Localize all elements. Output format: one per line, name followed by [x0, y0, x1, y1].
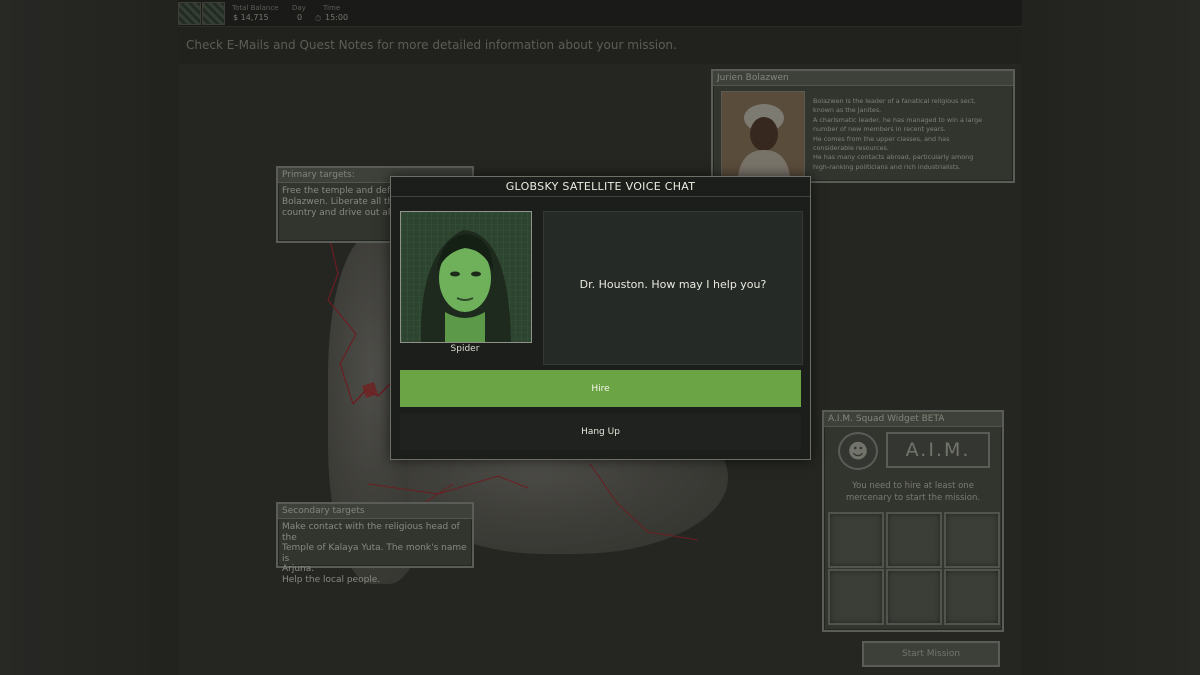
time-label: Time: [323, 4, 341, 12]
dialog-title: GLOBSKY SATELLITE VOICE CHAT: [505, 180, 696, 193]
left-margin: [0, 0, 178, 675]
top-status-bar: Total Balance $ 14,715 Day 0 Time ⏱ 15:0…: [178, 0, 1022, 27]
secondary-targets-title: Secondary targets: [278, 504, 472, 519]
gear-menu-icon[interactable]: [178, 2, 201, 25]
target-line: Arjuna.: [282, 564, 315, 574]
squad-slot[interactable]: [886, 512, 942, 568]
aim-message-line: mercenary to start the mission.: [845, 493, 981, 503]
bio-line: He has many contacts abroad, particularl…: [813, 153, 974, 162]
hang-up-button[interactable]: Hang Up: [400, 413, 801, 450]
speaker-name: Spider: [450, 344, 480, 354]
day-value: 0: [297, 13, 303, 22]
dialog-message: Dr. Houston. How may I help you?: [579, 278, 767, 291]
bio-line: number of new members in recent years.: [813, 125, 946, 134]
aim-logo-button[interactable]: A.I.M.: [886, 432, 990, 468]
clock-icon: ⏱: [315, 14, 322, 23]
aim-hire-message: You need to hire at least one mercenary …: [824, 480, 1002, 504]
bio-line: high-ranking politicians and rich indust…: [813, 162, 961, 171]
aim-widget-title: A.I.M. Squad Widget BETA: [824, 412, 1002, 427]
hire-button[interactable]: Hire: [400, 370, 801, 407]
time-value: 15:00: [325, 13, 349, 22]
voice-chat-dialog: GLOBSKY SATELLITE VOICE CHAT Spider Dr. …: [390, 176, 811, 460]
mission-instructions: Check E-Mails and Quest Notes for more d…: [186, 38, 677, 52]
bio-line: Bolazwen is the leader of a fanatical re…: [813, 97, 976, 105]
balance-label: Total Balance: [232, 4, 279, 12]
bio-panel-title: Jurien Bolazwen: [713, 71, 1013, 86]
squad-slot[interactable]: [828, 569, 884, 625]
speaker-face-image: [401, 212, 531, 342]
bolazwen-portrait-image: [722, 92, 804, 176]
bio-panel: Jurien Bolazwen Bolazwen is the leader o…: [711, 69, 1015, 183]
squad-slot[interactable]: [944, 512, 1000, 568]
aim-message-line: You need to hire at least one: [852, 481, 974, 491]
aim-squad-widget: A.I.M. Squad Widget BETA ☻ A.I.M. You ne…: [822, 410, 1004, 632]
right-margin: [1022, 0, 1200, 675]
day-label: Day: [292, 4, 306, 12]
secondary-targets-text: Make contact with the religious head of …: [278, 519, 472, 588]
squad-slot[interactable]: [944, 569, 1000, 625]
secondary-targets-panel: Secondary targets Make contact with the …: [276, 502, 474, 585]
bio-line: He comes from the upper classes, and has: [813, 134, 950, 143]
bio-line: known as the Janites.: [813, 106, 882, 115]
bio-line: considerable resources.: [813, 144, 889, 153]
speaker-portrait: [400, 211, 532, 343]
bolazwen-portrait: [721, 91, 805, 177]
map-icon[interactable]: [202, 2, 225, 25]
bio-line: A charismatic leader, he has managed to …: [813, 115, 983, 124]
bio-text: Bolazwen is the leader of a fanatical re…: [813, 97, 1009, 172]
balance-value: $ 14,715: [233, 13, 269, 22]
squad-slot[interactable]: [886, 569, 942, 625]
squad-slot[interactable]: [828, 512, 884, 568]
mercenary-silhouette-icon[interactable]: ☻: [838, 432, 878, 470]
target-line: Temple of Kalaya Yuta. The monk's name i…: [282, 543, 467, 564]
target-line: Make contact with the religious head of …: [282, 522, 460, 543]
dialog-message-box: Dr. Houston. How may I help you?: [543, 211, 803, 365]
start-mission-button[interactable]: Start Mission: [862, 641, 1000, 667]
dialog-separator: [391, 196, 810, 197]
target-line: Help the local people.: [282, 574, 381, 585]
